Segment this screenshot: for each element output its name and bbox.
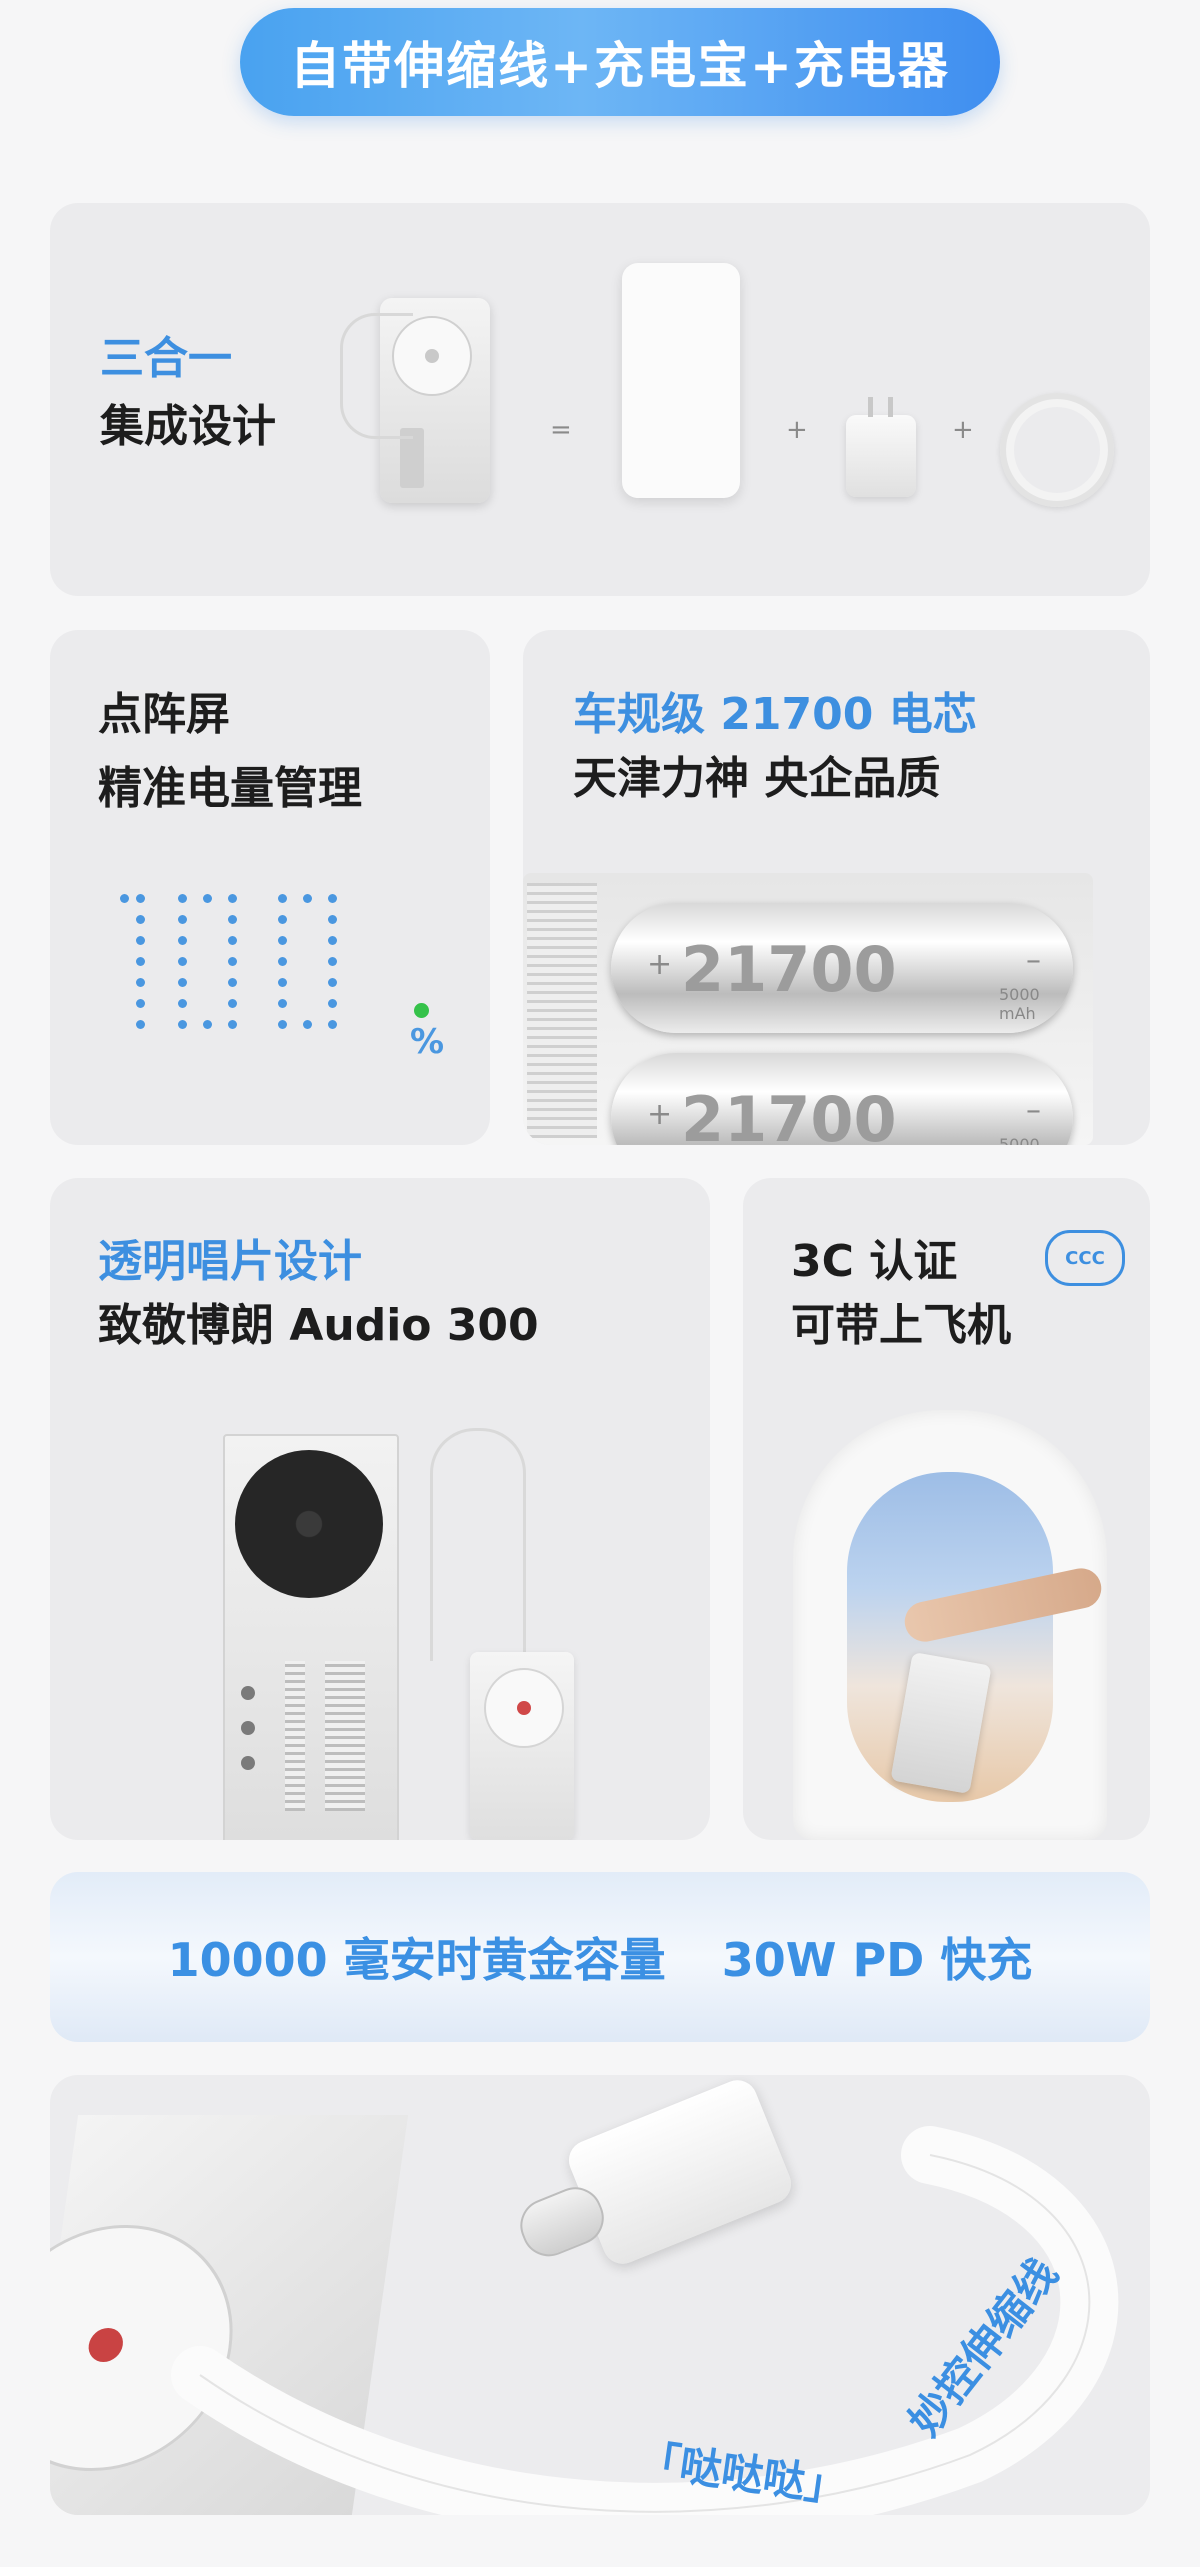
matrix-dot: [136, 1020, 145, 1029]
card-cable: 「哒哒哒」 妙控伸缩线: [50, 2075, 1150, 2515]
plus-sign-1: +: [786, 415, 808, 445]
card-certification: 3C 认证 可带上飞机 CCC: [743, 1178, 1150, 1840]
cable-coil-image: [1000, 393, 1114, 507]
matrix-dot: [178, 1020, 187, 1029]
matrix-dot: [136, 894, 145, 903]
audio300-image: [223, 1434, 399, 1840]
card-vinyl: 透明唱片设计 致敬博朗 Audio 300: [50, 1178, 710, 1840]
turntable-platter: [235, 1450, 383, 1598]
matrix-dot: [327, 957, 337, 966]
vinyl-line1: 透明唱片设计: [98, 1236, 362, 1287]
cell2-label: 21700: [681, 1083, 897, 1145]
charger-image: [846, 397, 916, 497]
matrix-dot: [227, 915, 237, 924]
matrix-dot: [327, 915, 337, 924]
matrix-dot: [327, 894, 337, 903]
matrix-dot: [302, 1020, 312, 1029]
matrix-dot: [227, 936, 237, 945]
matrix-dot: [178, 894, 187, 903]
plus-sign-2: +: [952, 415, 974, 445]
matrix-dot: [202, 1020, 212, 1029]
circuit-board: [527, 883, 597, 1138]
cell2-capacity: 5000 mAh: [999, 1135, 1040, 1145]
matrix-dot: [136, 999, 145, 1008]
battery-cell-2: + 21700 5000 mAh –: [611, 1053, 1073, 1145]
card-integrated: 三合一 集成设计 = + +: [50, 203, 1150, 596]
title-pill: 自带伸缩线+充电宝+充电器: [240, 8, 1000, 116]
matrix-dot: [278, 894, 287, 903]
percent-sign: %: [410, 1022, 445, 1062]
matrix-dot: [136, 915, 145, 924]
specs-band: 10000 毫安时黄金容量 30W PD 快充: [50, 1872, 1150, 2042]
cell1-label: 21700: [681, 933, 897, 1006]
matrix-dot: [327, 1020, 337, 1029]
matrix-dot: [278, 936, 287, 945]
ccc-badge-text: CCC: [1065, 1247, 1105, 1269]
cell1-plus: +: [647, 947, 673, 982]
airplane-window-frame: [793, 1410, 1107, 1840]
matrix-dot: [327, 936, 337, 945]
page-title: 自带伸缩线+充电宝+充电器: [290, 37, 950, 95]
cell2-minus: –: [1026, 1093, 1041, 1128]
matrix-dot: [227, 1020, 237, 1029]
product-poster: 自带伸缩线+充电宝+充电器 三合一 集成设计 = + + 点阵屏 精准电量管理 …: [0, 0, 1200, 2567]
matrix-dot: [178, 915, 187, 924]
matrix-dot: [227, 894, 237, 903]
lanyard: [340, 313, 413, 439]
matrix-dot: [136, 978, 145, 987]
dot-matrix-readout: [50, 630, 490, 1145]
cell1-capacity: 5000 mAh: [999, 985, 1040, 1023]
cert-line2: 可带上飞机: [791, 1300, 1011, 1351]
lanyard-loop: [430, 1428, 526, 1661]
equals-sign: =: [550, 415, 572, 445]
card-battery: 车规级 21700 电芯 天津力神 央企品质 + 21700 5000 mAh …: [523, 630, 1150, 1145]
matrix-dot: [278, 1020, 287, 1029]
ccc-badge-icon: CCC: [1045, 1230, 1125, 1286]
matrix-dot: [202, 894, 212, 903]
matrix-dot: [178, 957, 187, 966]
battery-line2: 天津力神 央企品质: [573, 753, 941, 804]
cell1-minus: –: [1026, 943, 1041, 978]
battery-housing: + 21700 5000 mAh – + 21700 5000 mAh –: [523, 873, 1093, 1145]
matrix-dot: [327, 999, 337, 1008]
matrix-dot: [136, 936, 145, 945]
matrix-dot: [227, 999, 237, 1008]
matrix-dot: [302, 894, 312, 903]
battery-cell-1: + 21700 5000 mAh –: [611, 903, 1073, 1033]
matrix-dot: [278, 915, 287, 924]
vinyl-line2: 致敬博朗 Audio 300: [98, 1300, 539, 1351]
matrix-dot: [136, 957, 145, 966]
charging-spec: 30W PD 快充: [721, 1933, 1033, 1987]
matrix-dot: [120, 894, 129, 903]
matrix-dot: [227, 978, 237, 987]
cell2-plus: +: [647, 1097, 673, 1132]
power-bank-small-image: [470, 1652, 574, 1840]
matrix-dot: [327, 978, 337, 987]
battery-line1: 车规级 21700 电芯: [573, 689, 977, 740]
matrix-dot: [178, 978, 187, 987]
cert-line1: 3C 认证: [791, 1236, 958, 1287]
matrix-dot: [278, 957, 287, 966]
status-green-dot: [414, 1003, 429, 1018]
capacity-spec: 10000 毫安时黄金容量: [167, 1933, 666, 1987]
matrix-dot: [178, 936, 187, 945]
matrix-dot: [278, 978, 287, 987]
card-display: 点阵屏 精准电量管理 %: [50, 630, 490, 1145]
integrated-line1: 三合一: [100, 333, 232, 384]
matrix-dot: [178, 999, 187, 1008]
matrix-dot: [278, 999, 287, 1008]
matrix-dot: [227, 957, 237, 966]
integrated-line2: 集成设计: [100, 401, 276, 452]
power-bank-image: [622, 263, 740, 498]
